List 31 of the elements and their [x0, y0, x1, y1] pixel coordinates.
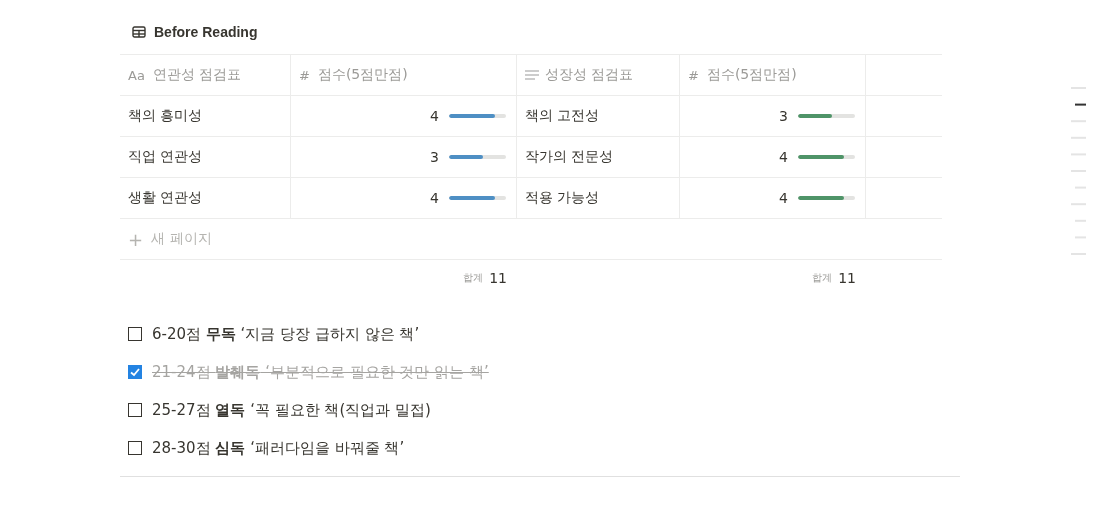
table-cell[interactable]: 생활 연관성 — [120, 178, 291, 218]
column-total[interactable]: 합계 11 — [291, 260, 517, 296]
table-cell[interactable]: 책의 고전성 — [517, 96, 680, 136]
score-value: 3 — [430, 149, 439, 165]
checkbox[interactable] — [128, 441, 142, 455]
todo-text: 28-30점 심독 ‘패러다임을 바꿔줄 책’ — [152, 438, 405, 458]
score-value: 4 — [430, 190, 439, 206]
checkbox[interactable] — [128, 327, 142, 341]
table-icon — [132, 26, 146, 38]
score-value: 4 — [430, 108, 439, 124]
score-bar — [798, 114, 855, 118]
score-bar — [798, 155, 855, 159]
todo-text: 21-24점 발췌독 ‘부분적으로 필요한 것만 읽는 책’ — [152, 362, 489, 382]
text-lines-icon — [525, 70, 539, 80]
database-title[interactable]: Before Reading — [154, 24, 258, 40]
table-cell[interactable]: 책의 흥미성 — [120, 96, 291, 136]
score-bar — [449, 114, 506, 118]
checkbox[interactable] — [128, 403, 142, 417]
table-cell[interactable]: 직업 연관성 — [120, 137, 291, 177]
score-value: 3 — [779, 108, 788, 124]
score-bar — [798, 196, 855, 200]
table-cell[interactable]: 작가의 전문성 — [517, 137, 680, 177]
score-bar — [449, 155, 506, 159]
table-cell[interactable]: 적용 가능성 — [517, 178, 680, 218]
todo-text: 25-27점 열독 ‘꼭 필요한 책(직업과 밀접) — [152, 400, 431, 420]
score-value: 4 — [779, 149, 788, 165]
score-value: 4 — [779, 190, 788, 206]
todo-text: 6-20점 무독 ‘지금 당장 급하지 않은 책’ — [152, 324, 420, 344]
score-bar — [449, 196, 506, 200]
checkbox[interactable] — [128, 365, 142, 379]
column-total[interactable]: 합계 11 — [680, 260, 866, 296]
